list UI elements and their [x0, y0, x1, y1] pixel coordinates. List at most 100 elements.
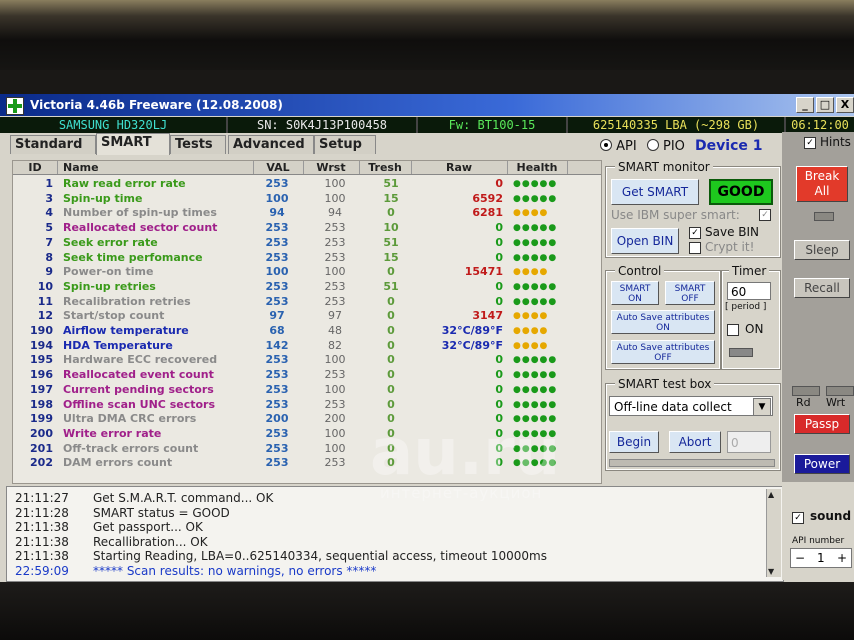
scroll-up-icon[interactable]: ▲	[768, 490, 774, 499]
scroll-down-icon[interactable]: ▼	[768, 567, 774, 576]
maximize-button[interactable]: □	[816, 97, 834, 113]
use-ibm-label: Use IBM super smart:	[611, 208, 740, 222]
table-row[interactable]: 190 Airflow temperature 68 48 0 32°C/89°F ●●●●	[13, 324, 601, 338]
chevron-down-icon[interactable]: ▼	[753, 398, 771, 416]
attr-name: Power-on time	[63, 265, 154, 279]
table-row[interactable]: 198 Offline scan UNC sectors 253 253 0 0 ●●●●●	[13, 398, 601, 412]
attr-name: Start/stop count	[63, 309, 165, 323]
tab-standard[interactable]: Standard	[10, 135, 96, 154]
tab-advanced[interactable]: Advanced	[228, 135, 314, 154]
attr-raw: 32°C/89°F	[441, 324, 503, 337]
right-control-panel: ✓ Hints Break All Sleep Recall Rd Wrt Pa…	[782, 132, 854, 482]
smart-test-title: SMART test box	[615, 377, 715, 391]
table-row[interactable]: 11 Recalibration retries 253 253 0 0 ●●●●●	[13, 295, 601, 309]
device-label[interactable]: Device 1	[695, 138, 762, 154]
attr-name: Offline scan UNC sectors	[63, 397, 216, 411]
col-name[interactable]: Name	[57, 161, 254, 174]
col-val[interactable]: VAL	[253, 161, 304, 174]
table-row[interactable]: 194 HDA Temperature 142 82 0 32°C/89°F ●●●●	[13, 339, 601, 353]
sound-checkbox[interactable]: ✓	[792, 512, 804, 524]
table-row[interactable]: 10 Spin-up retries 253 253 51 0 ●●●●●	[13, 280, 601, 294]
attr-id: 11	[37, 294, 53, 308]
api-number-stepper[interactable]: − 1 +	[790, 548, 852, 568]
attr-wrst: 94	[328, 206, 342, 220]
get-smart-button[interactable]: Get SMART	[611, 179, 699, 205]
break-all-button[interactable]: Break All	[796, 166, 848, 202]
smart-off-button[interactable]: SMART OFF	[665, 281, 715, 305]
api-number-value: 1	[817, 551, 825, 565]
recall-button[interactable]: Recall	[794, 278, 850, 298]
api-radio[interactable]	[600, 139, 612, 151]
tab-smart[interactable]: SMART	[96, 133, 170, 155]
control-title: Control	[615, 264, 665, 278]
attr-name: Reallocated sector count	[63, 221, 218, 235]
attr-wrst: 97	[328, 309, 342, 323]
crypt-checkbox[interactable]	[689, 242, 701, 254]
log-entry: 21:11:28 SMART status = GOOD	[15, 506, 230, 520]
table-row[interactable]: 12 Start/stop count 97 97 0 3147 ●●●●	[13, 309, 601, 323]
attr-tresh: 51	[383, 279, 399, 293]
increment-button[interactable]: +	[837, 549, 847, 567]
attr-wrst: 253	[324, 235, 346, 249]
passp-button[interactable]: Passp	[794, 414, 850, 434]
col-raw[interactable]: Raw	[411, 161, 508, 174]
power-button[interactable]: Power	[794, 454, 850, 474]
table-row[interactable]: 5 Reallocated sector count 253 253 10 0 ●●●●●	[13, 221, 601, 235]
close-button[interactable]: X	[836, 97, 854, 113]
table-row[interactable]: 4 Number of spin-up times 94 94 0 6281 ●●●●	[13, 206, 601, 220]
save-bin-checkbox[interactable]: ✓	[689, 227, 701, 239]
test-param-field[interactable]: 0	[727, 431, 771, 453]
table-row[interactable]: 1 Raw read error rate 253 100 51 0 ●●●●●	[13, 177, 601, 191]
mode-selector: API PIO Device 1	[600, 138, 763, 154]
test-type-select[interactable]: Off-line data collect ▼	[609, 396, 773, 416]
log-message: ***** Scan results: no warnings, no erro…	[93, 563, 377, 578]
table-row[interactable]: 3 Spin-up time 100 100 15 6592 ●●●●●	[13, 192, 601, 206]
autosave-on-button[interactable]: Auto Save attributes ON	[611, 310, 715, 334]
sleep-button[interactable]: Sleep	[794, 240, 850, 260]
timer-period-input[interactable]: 60	[727, 282, 771, 300]
timer-title: Timer	[729, 264, 770, 278]
attr-tresh: 0	[387, 353, 395, 367]
attr-health: ●●●●●	[513, 179, 558, 189]
monitor-bezel-bottom	[0, 582, 854, 640]
attr-raw: 6592	[472, 191, 503, 205]
col-tresh[interactable]: Tresh	[359, 161, 412, 174]
open-bin-button[interactable]: Open BIN	[611, 228, 679, 254]
smart-on-button[interactable]: SMART ON	[611, 281, 659, 305]
app-cross-icon	[6, 97, 24, 115]
table-row[interactable]: 196 Reallocated event count 253 253 0 0 ●●●●●	[13, 368, 601, 382]
decrement-button[interactable]: −	[795, 549, 805, 567]
autosave-off-button[interactable]: Auto Save attributes OFF	[611, 340, 715, 364]
log-scrollbar[interactable]: ▲ ▼	[766, 489, 781, 577]
attr-health: ●●●●●	[513, 223, 558, 234]
table-row[interactable]: 197 Current pending sectors 253 100 0 0 ●●●●●	[13, 383, 601, 397]
log-time: 21:11:27	[15, 491, 69, 505]
col-health[interactable]: Health	[507, 161, 568, 174]
log-time: 21:11:38	[15, 549, 69, 563]
hints-checkbox[interactable]: ✓	[804, 137, 816, 149]
drive-serial: SN: S0K4J13P100458	[228, 117, 418, 133]
attr-tresh: 51	[383, 177, 399, 190]
table-row[interactable]: 195 Hardware ECC recovered 253 100 0 0 ●●●●●	[13, 353, 601, 367]
table-row[interactable]: 8 Seek time perfomance 253 253 15 0 ●●●●●	[13, 251, 601, 265]
begin-button[interactable]: Begin	[609, 431, 659, 453]
title-bar[interactable]: Victoria 4.46b Freeware (12.08.2008) _ □…	[0, 94, 854, 116]
tab-tests[interactable]: Tests	[170, 135, 226, 154]
table-row[interactable]: 9 Power-on time 100 100 0 15471 ●●●●	[13, 265, 601, 279]
abort-button[interactable]: Abort	[669, 431, 721, 453]
use-ibm-checkbox[interactable]: ✓	[759, 209, 771, 221]
pio-radio[interactable]	[646, 139, 659, 151]
col-wrst[interactable]: Wrst	[303, 161, 360, 174]
api-label: API	[616, 139, 637, 154]
timer-on-checkbox[interactable]	[727, 324, 739, 336]
table-row[interactable]: 7 Seek error rate 253 253 51 0 ●●●●●	[13, 236, 601, 250]
minimize-button[interactable]: _	[796, 97, 814, 113]
attr-name: Number of spin-up times	[63, 206, 217, 220]
attr-raw: 0	[495, 368, 503, 382]
col-id[interactable]: ID	[13, 161, 58, 174]
tab-setup[interactable]: Setup	[314, 135, 376, 154]
attr-health: ●●●●●	[513, 370, 558, 381]
attr-raw: 0	[495, 177, 503, 190]
attr-wrst: 82	[328, 338, 342, 352]
attr-health: ●●●●●	[513, 296, 558, 307]
